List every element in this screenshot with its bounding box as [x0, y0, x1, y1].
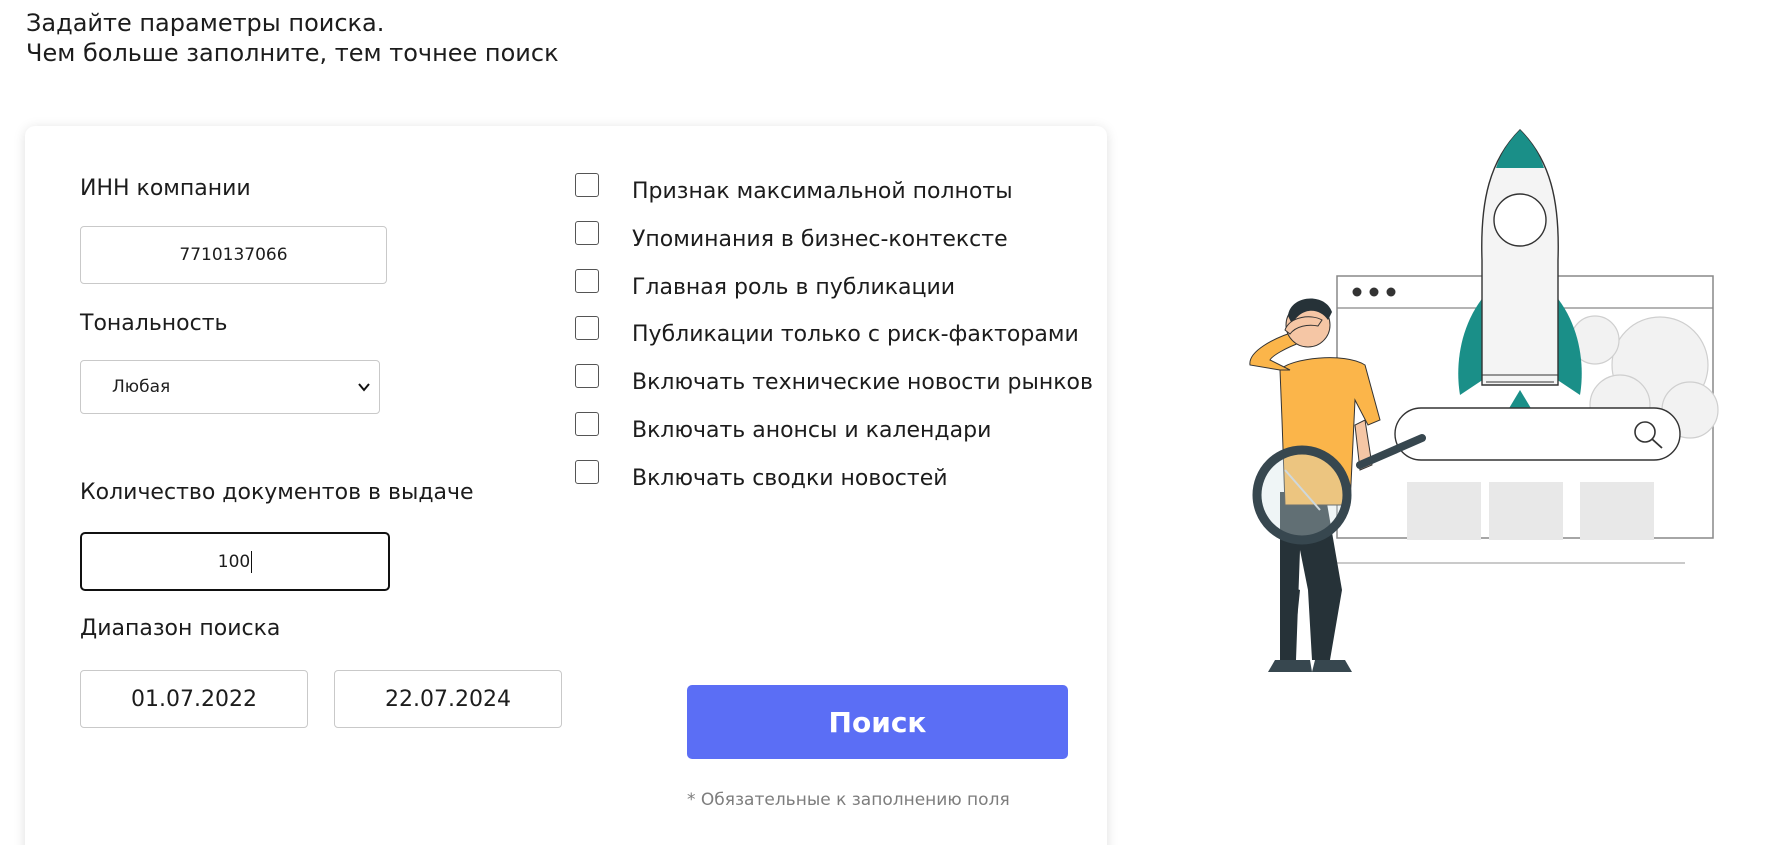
heading-line-2: Чем больше заполните, тем точнее поиск: [26, 39, 559, 67]
search-button[interactable]: Поиск: [687, 685, 1068, 759]
doc-count-label: Количество документов в выдаче: [80, 480, 474, 505]
inn-label: ИНН компании: [80, 176, 251, 201]
date-to-input[interactable]: 22.07.2024: [334, 670, 562, 728]
date-from-value: 01.07.2022: [131, 686, 257, 712]
checkbox[interactable]: [575, 316, 599, 340]
doc-count-value: 100: [217, 551, 251, 572]
option-label: Включать анонсы и календари: [632, 417, 992, 443]
doc-count-input[interactable]: 100: [80, 532, 390, 591]
checkbox[interactable]: [575, 412, 599, 436]
option-news-digests[interactable]: Включать сводки новостей: [575, 460, 948, 493]
required-fields-note: * Обязательные к заполнению поля: [687, 790, 1010, 810]
search-page: Задайте параметры поиска. Чем больше зап…: [0, 0, 1771, 845]
page-heading: Задайте параметры поиска. Чем больше зап…: [26, 8, 559, 68]
option-max-completeness[interactable]: Признак максимальной полноты: [575, 173, 1013, 206]
text-caret: [251, 550, 253, 573]
heading-line-1: Задайте параметры поиска.: [26, 9, 385, 37]
option-label: Главная роль в публикации: [632, 274, 956, 300]
checkbox[interactable]: [575, 460, 599, 484]
checkbox[interactable]: [575, 364, 599, 388]
date-to-value: 22.07.2024: [385, 686, 511, 712]
inn-input[interactable]: 7710137066: [80, 226, 387, 284]
option-label: Упоминания в бизнес-контексте: [632, 226, 1008, 252]
option-business-context[interactable]: Упоминания в бизнес-контексте: [575, 221, 1008, 254]
checkbox[interactable]: [575, 269, 599, 293]
range-label: Диапазон поиска: [80, 616, 281, 641]
option-announcements[interactable]: Включать анонсы и календари: [575, 412, 992, 445]
date-from-input[interactable]: 01.07.2022: [80, 670, 308, 728]
option-risk-factors[interactable]: Публикации только с риск-факторами: [575, 316, 1079, 349]
inn-value: 7710137066: [179, 245, 288, 265]
checkbox[interactable]: [575, 173, 599, 197]
tone-select[interactable]: Любая: [80, 360, 380, 414]
checkbox[interactable]: [575, 221, 599, 245]
option-tech-news[interactable]: Включать технические новости рынков: [575, 364, 1093, 397]
option-main-role[interactable]: Главная роль в публикации: [575, 269, 956, 302]
option-label: Включать сводки новостей: [632, 465, 948, 491]
tone-select-value: Любая: [112, 377, 171, 397]
option-label: Включать технические новости рынков: [632, 369, 1093, 395]
chevron-down-icon: [358, 383, 370, 392]
search-illustration: [1249, 129, 1719, 672]
option-label: Признак максимальной полноты: [632, 178, 1013, 204]
tone-label: Тональность: [80, 311, 228, 336]
option-label: Публикации только с риск-факторами: [632, 321, 1079, 347]
